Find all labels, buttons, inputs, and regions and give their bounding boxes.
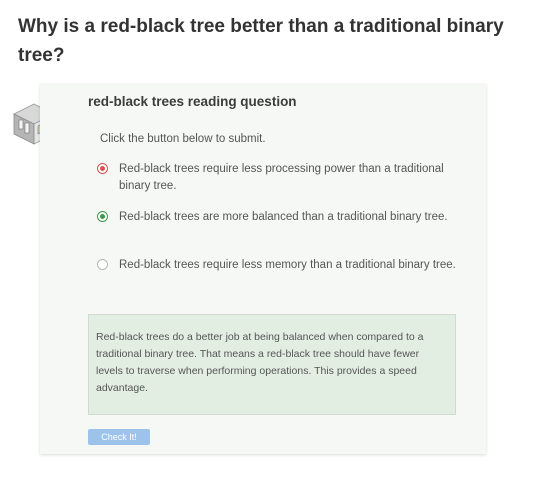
radio-icon[interactable] — [97, 259, 108, 270]
answer-option[interactable]: Red-black trees require less memory than… — [97, 257, 457, 305]
answer-option-label: Red-black trees are more balanced than a… — [119, 211, 448, 223]
answer-option-label: Red-black trees require less processing … — [119, 163, 444, 192]
incorrect-radio-icon[interactable] — [97, 163, 108, 174]
quiz-instruction: Click the button below to submit. — [100, 133, 266, 145]
correct-radio-icon[interactable] — [97, 211, 108, 222]
quiz-card: red-black trees reading question Click t… — [40, 84, 486, 454]
answer-options: Red-black trees require less processing … — [97, 161, 457, 305]
quiz-title: red-black trees reading question — [88, 94, 297, 109]
check-it-button[interactable]: Check It! — [88, 429, 150, 445]
answer-option-label: Red-black trees require less memory than… — [119, 259, 456, 271]
page: Why is a red-black tree better than a tr… — [0, 0, 534, 491]
feedback-box: Red-black trees do a better job at being… — [88, 314, 456, 415]
page-heading: Why is a red-black tree better than a tr… — [18, 16, 504, 66]
answer-option[interactable]: Red-black trees require less processing … — [97, 161, 457, 209]
answer-option[interactable]: Red-black trees are more balanced than a… — [97, 209, 457, 257]
